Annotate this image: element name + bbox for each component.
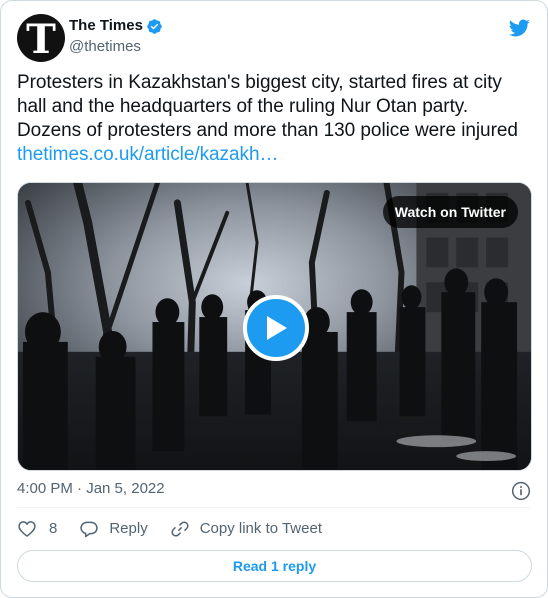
author-avatar[interactable]: T <box>17 14 65 62</box>
tweet-meta: 4:00 PM · Jan 5, 2022 <box>17 479 531 501</box>
author-display-name[interactable]: The Times <box>69 16 143 36</box>
reply-label: Reply <box>109 520 148 537</box>
tweet-timestamp[interactable]: 4:00 PM · Jan 5, 2022 <box>17 480 165 497</box>
reply-button[interactable]: Reply <box>79 519 148 539</box>
tweet-card: T The Times @thetimes Protesters in Kaza… <box>0 0 548 598</box>
watch-on-twitter-button[interactable]: Watch on Twitter <box>382 196 518 228</box>
actions-divider <box>17 507 531 508</box>
tweet-header: T The Times @thetimes <box>17 14 531 62</box>
info-icon[interactable] <box>511 481 531 501</box>
tweet-actions: 8 Reply Copy link to Tweet <box>17 517 344 541</box>
play-icon <box>267 316 287 340</box>
like-count: 8 <box>49 520 58 537</box>
reply-bubble-icon <box>80 521 99 538</box>
twitter-logo-icon[interactable] <box>507 17 531 39</box>
like-button[interactable]: 8 <box>17 519 57 539</box>
tweet-body: Protesters in Kazakhstan's biggest city,… <box>17 72 518 141</box>
avatar-letter: T <box>26 16 56 63</box>
copy-link-label: Copy link to Tweet <box>199 520 322 537</box>
article-link[interactable]: thetimes.co.uk/article/kazakh… <box>17 144 279 165</box>
play-button[interactable] <box>243 295 309 361</box>
heart-icon <box>18 521 36 537</box>
author-display-name-row[interactable]: The Times <box>69 16 163 36</box>
video-media[interactable]: Watch on Twitter <box>17 182 532 471</box>
link-icon <box>171 521 189 537</box>
author-handle[interactable]: @thetimes <box>69 37 163 57</box>
verified-badge-icon <box>147 18 162 34</box>
author-names: The Times @thetimes <box>69 16 163 57</box>
copy-link-button[interactable]: Copy link to Tweet <box>170 519 322 539</box>
read-replies-button[interactable]: Read 1 reply <box>17 550 532 582</box>
tweet-text: Protesters in Kazakhstan's biggest city,… <box>17 71 529 167</box>
